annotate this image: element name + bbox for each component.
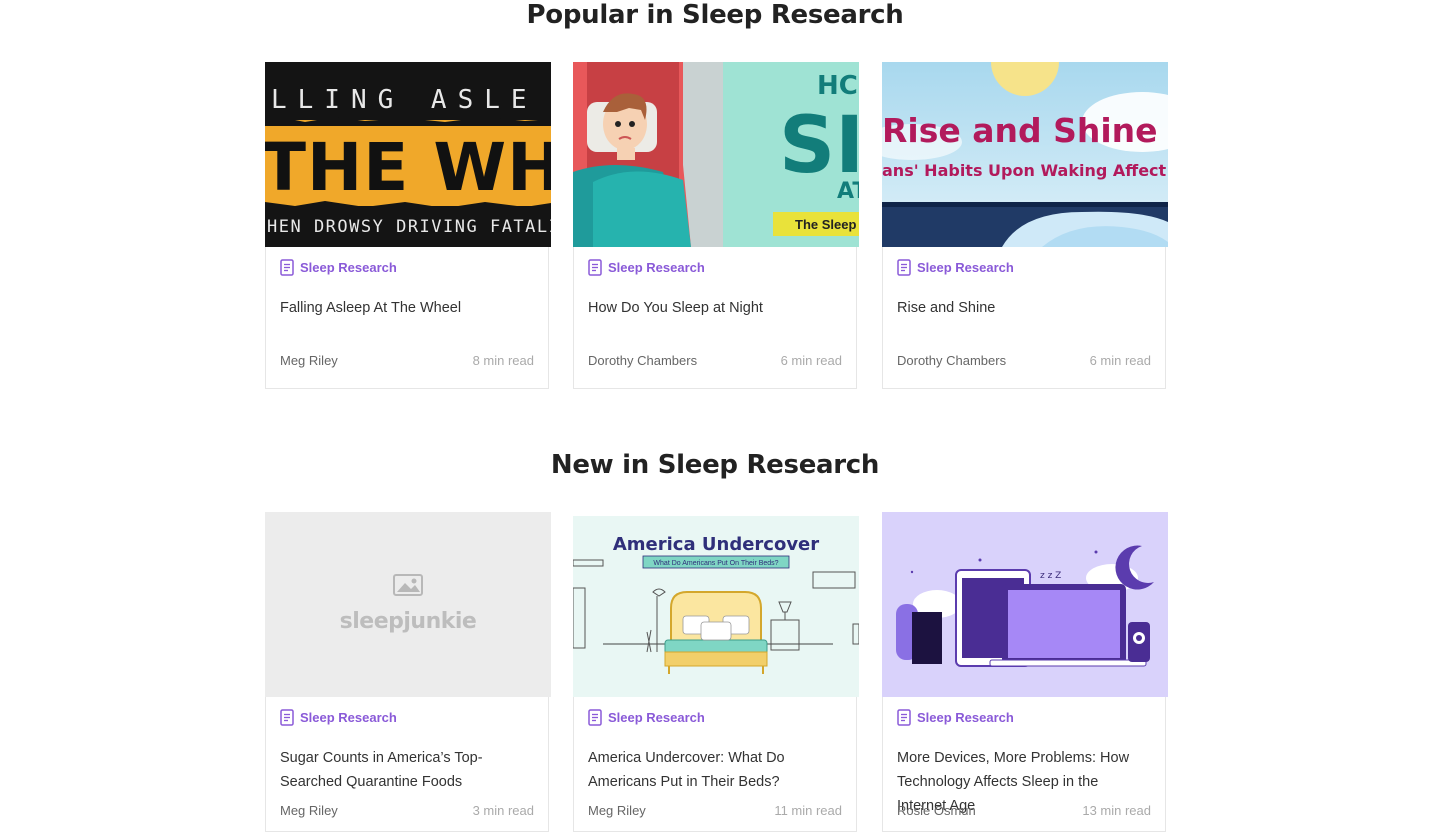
document-icon (280, 259, 294, 276)
category-link[interactable]: Sleep Research (897, 259, 1014, 276)
article-thumbnail-placeholder[interactable]: sleepjunkie (265, 512, 551, 697)
article-card[interactable]: z z Z Sleep Research More Devices, More … (882, 512, 1168, 832)
article-thumbnail-more-devices[interactable]: z z Z (882, 512, 1168, 697)
article-author[interactable]: Meg Riley (280, 353, 338, 368)
category-link[interactable]: Sleep Research (280, 259, 397, 276)
read-time: 13 min read (1082, 803, 1151, 818)
svg-text:HEN DROWSY DRIVING FATALIT: HEN DROWSY DRIVING FATALIT (267, 217, 551, 237)
article-title[interactable]: America Undercover: What Do Americans Pu… (588, 746, 842, 794)
article-card[interactable]: America Undercover What Do Americans Put… (573, 512, 859, 832)
svg-text:AT: AT (837, 179, 859, 204)
article-author[interactable]: Meg Riley (280, 803, 338, 818)
section-title-new: New in Sleep Research (550, 450, 880, 480)
svg-text:Rise and Shine: Rise and Shine (882, 111, 1158, 150)
document-icon (897, 259, 911, 276)
article-thumbnail-falling-asleep[interactable]: LLING ASLE THE WH HEN DROWSY DRIVING FAT… (265, 62, 551, 247)
document-icon (280, 709, 294, 726)
category-link[interactable]: Sleep Research (588, 259, 705, 276)
article-thumbnail-rise-and-shine[interactable]: Rise and Shine ans' Habits Upon Waking A… (882, 62, 1168, 247)
read-time: 6 min read (1089, 353, 1151, 368)
svg-text:LLING ASLE: LLING ASLE (271, 85, 538, 115)
category-label: Sleep Research (917, 710, 1014, 725)
svg-text:sleepjunkie: sleepjunkie (340, 609, 477, 634)
document-icon (897, 709, 911, 726)
svg-text:What Do Americans Put On Their: What Do Americans Put On Their Beds? (653, 560, 778, 567)
article-title[interactable]: Rise and Shine (897, 296, 1151, 320)
read-time: 3 min read (472, 803, 534, 818)
article-card[interactable]: sleepjunkie Sleep Research Sugar Counts … (265, 512, 551, 832)
category-label: Sleep Research (300, 260, 397, 275)
article-card[interactable]: Rise and Shine ans' Habits Upon Waking A… (882, 62, 1168, 389)
read-time: 11 min read (774, 803, 842, 818)
svg-text:HC: HC (817, 71, 858, 101)
article-title[interactable]: Falling Asleep At The Wheel (280, 296, 534, 320)
category-label: Sleep Research (608, 710, 705, 725)
article-card[interactable]: LLING ASLE THE WH HEN DROWSY DRIVING FAT… (265, 62, 551, 389)
document-icon (588, 259, 602, 276)
svg-text:SI: SI (779, 101, 859, 191)
article-author[interactable]: Rosie Osmun (897, 803, 976, 818)
category-label: Sleep Research (917, 260, 1014, 275)
section-title-popular: Popular in Sleep Research (526, 0, 904, 30)
svg-text:The Sleep I: The Sleep I (795, 217, 859, 232)
svg-text:America Undercover: America Undercover (613, 534, 819, 555)
article-thumbnail-sleep-at-night[interactable]: HC SI AT The Sleep I (573, 62, 859, 247)
article-title[interactable]: Sugar Counts in America’s Top-Searched Q… (280, 746, 534, 794)
article-author[interactable]: Meg Riley (588, 803, 646, 818)
category-link[interactable]: Sleep Research (280, 709, 397, 726)
svg-text:z z Z: z z Z (1040, 571, 1061, 581)
category-link[interactable]: Sleep Research (897, 709, 1014, 726)
article-thumbnail-america-undercover[interactable]: America Undercover What Do Americans Put… (573, 512, 859, 697)
document-icon (588, 709, 602, 726)
category-link[interactable]: Sleep Research (588, 709, 705, 726)
read-time: 6 min read (780, 353, 842, 368)
article-title[interactable]: How Do You Sleep at Night (588, 296, 842, 320)
svg-text:THE WH: THE WH (265, 129, 551, 206)
article-card[interactable]: HC SI AT The Sleep I Sleep Research How … (573, 62, 859, 389)
article-author[interactable]: Dorothy Chambers (588, 353, 697, 368)
read-time: 8 min read (472, 353, 534, 368)
category-label: Sleep Research (300, 710, 397, 725)
category-label: Sleep Research (608, 260, 705, 275)
svg-text:ans' Habits Upon Waking Affect: ans' Habits Upon Waking Affect Th (882, 161, 1168, 180)
article-author[interactable]: Dorothy Chambers (897, 353, 1006, 368)
